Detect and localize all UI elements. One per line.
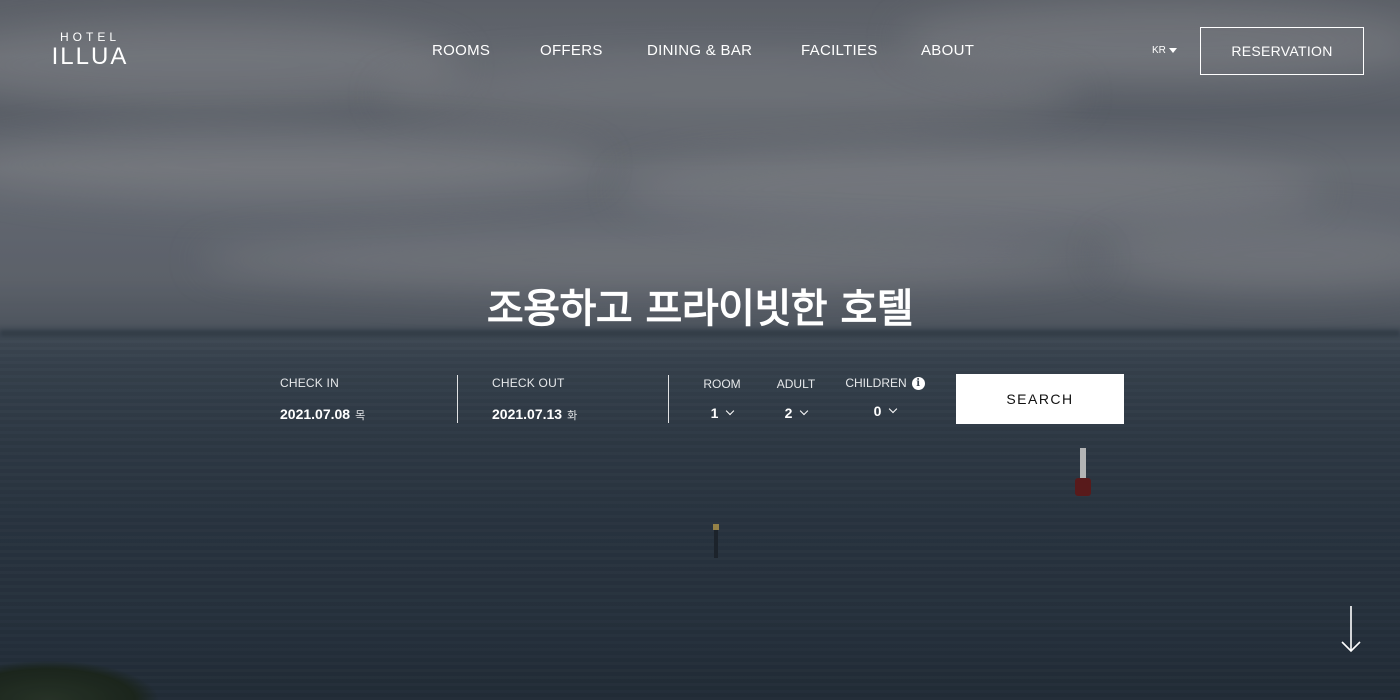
check-in-value: 2021.07.08 목 bbox=[280, 406, 365, 423]
divider bbox=[457, 375, 458, 423]
nav-item-about[interactable]: ABOUT bbox=[921, 42, 974, 59]
room-select[interactable]: ROOM 1 bbox=[696, 377, 748, 421]
check-out-weekday: 화 bbox=[567, 409, 578, 422]
children-count: 0 bbox=[873, 403, 882, 419]
children-value: 0 bbox=[842, 403, 928, 419]
divider bbox=[668, 375, 669, 423]
reservation-button[interactable]: RESERVATION bbox=[1200, 27, 1364, 75]
check-out-date: 2021.07.13 bbox=[492, 406, 563, 422]
nav-item-facilities[interactable]: FACILTIES bbox=[801, 42, 878, 59]
check-out-value: 2021.07.13 화 bbox=[492, 406, 577, 423]
language-label: KR bbox=[1152, 45, 1166, 56]
chevron-down-icon bbox=[800, 406, 809, 416]
adult-value: 2 bbox=[770, 405, 822, 421]
nav-item-dining-bar[interactable]: DINING & BAR bbox=[647, 42, 752, 59]
children-label: CHILDREN bbox=[845, 376, 907, 390]
logo-main-text: ILLUA bbox=[51, 43, 129, 70]
adult-count: 2 bbox=[784, 405, 793, 421]
language-selector[interactable]: KR bbox=[1152, 45, 1177, 56]
children-label-row: CHILDREN i bbox=[842, 376, 928, 390]
check-in-field[interactable]: CHECK IN 2021.07.08 목 bbox=[280, 376, 365, 423]
check-out-field[interactable]: CHECK OUT 2021.07.13 화 bbox=[492, 376, 577, 423]
room-value: 1 bbox=[696, 405, 748, 421]
caret-down-icon bbox=[1168, 48, 1177, 53]
check-out-label: CHECK OUT bbox=[492, 376, 565, 390]
adult-label: ADULT bbox=[776, 377, 816, 391]
adult-select[interactable]: ADULT 2 bbox=[770, 377, 822, 421]
check-in-label: CHECK IN bbox=[280, 376, 339, 390]
nav-item-rooms[interactable]: ROOMS bbox=[432, 42, 490, 59]
chevron-down-icon bbox=[726, 406, 735, 416]
hotel-logo[interactable]: HOTEL ILLUA bbox=[44, 30, 136, 70]
room-label: ROOM bbox=[703, 377, 741, 391]
check-in-date: 2021.07.08 bbox=[280, 406, 351, 422]
chevron-down-icon bbox=[889, 404, 898, 414]
nav-item-offers[interactable]: OFFERS bbox=[540, 42, 603, 59]
search-button[interactable]: SEARCH bbox=[956, 374, 1124, 424]
check-in-weekday: 목 bbox=[355, 409, 366, 422]
hero-overlay bbox=[0, 0, 1400, 700]
info-icon[interactable]: i bbox=[911, 376, 925, 390]
logo-small-text: HOTEL bbox=[59, 30, 120, 44]
children-select[interactable]: CHILDREN i 0 bbox=[842, 376, 928, 419]
arrow-down-icon[interactable] bbox=[1340, 605, 1362, 655]
room-count: 1 bbox=[710, 405, 719, 421]
hero-headline: 조용하고 프라이빗한 호텔 bbox=[486, 286, 914, 332]
